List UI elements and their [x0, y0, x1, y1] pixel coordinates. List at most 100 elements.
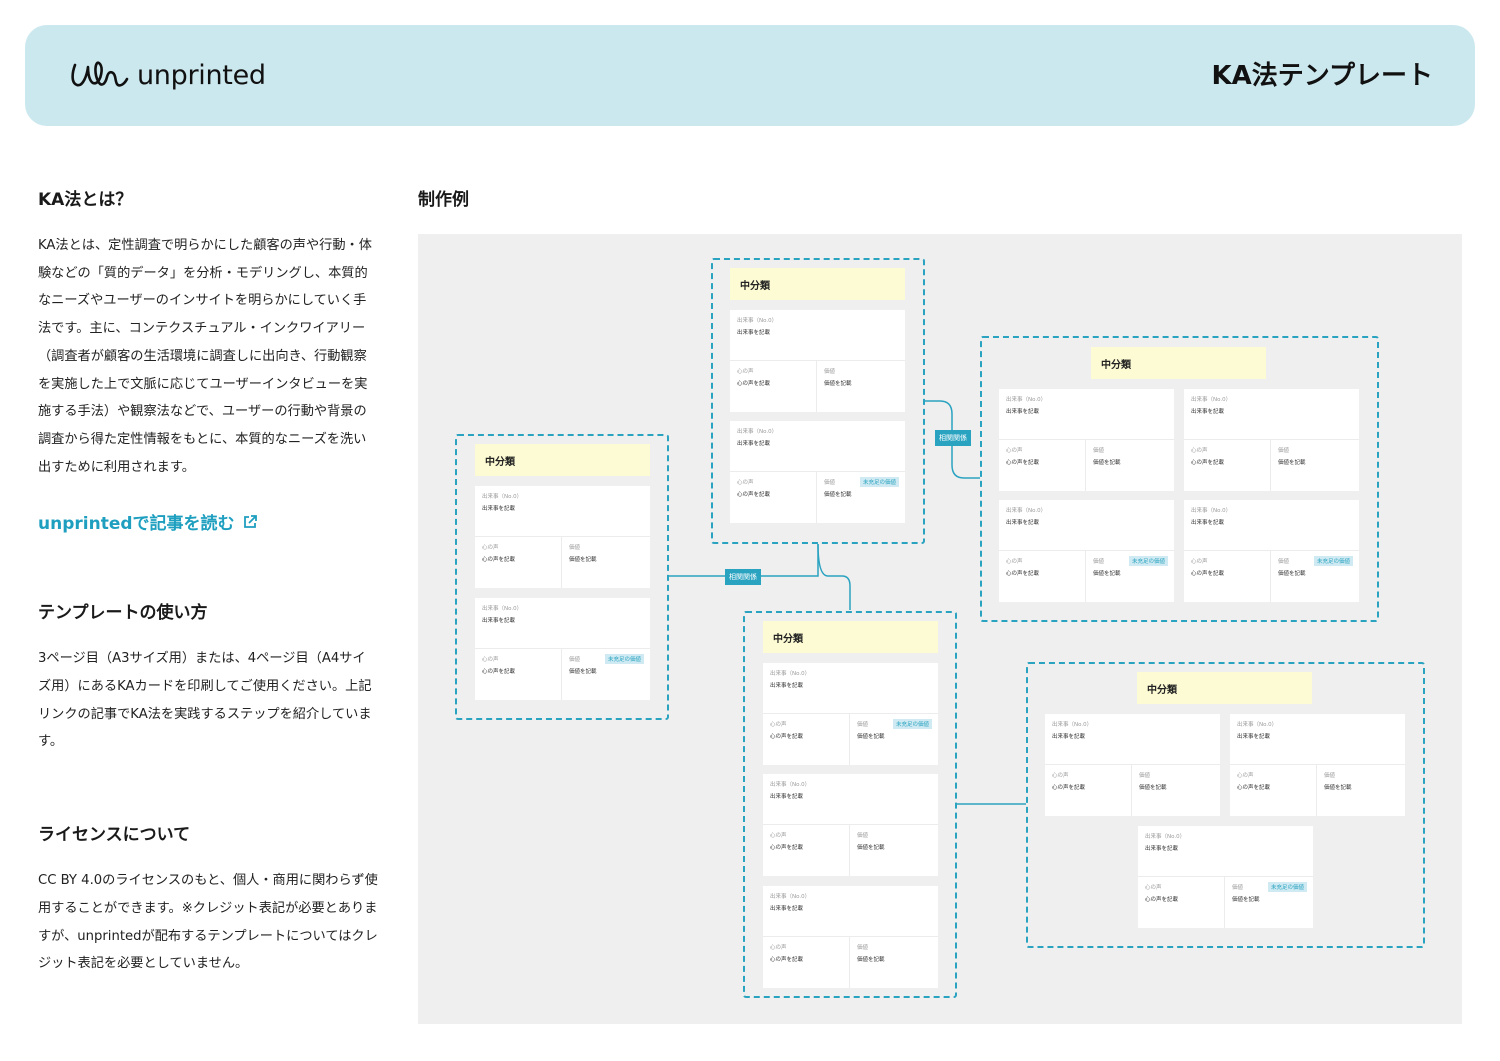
card-event-value: 出来事を記載 [1145, 846, 1179, 852]
card-voice-section: 心の声 心の声を記載 [763, 714, 850, 765]
card-value-value: 価値を記載 [857, 957, 885, 963]
card-value-value: 価値を記載 [824, 381, 852, 387]
card-value-label: 価値 [1093, 448, 1105, 454]
unprinted-logo-icon [71, 61, 129, 87]
card-value-label: 価値 [1139, 773, 1151, 779]
card-event-section: 出来事（No.0） 出来事を記載 [1045, 714, 1220, 765]
ka-card: 出来事（No.0） 出来事を記載 心の声 心の声を記載 価値 未充足の価値 価値を記載 [730, 421, 905, 523]
usage-heading: テンプレートの使い方 [38, 603, 208, 624]
category-label: 中分類 [763, 621, 938, 653]
card-event-label: 出来事（No.0） [1052, 722, 1093, 728]
card-value-value: 価値を記載 [569, 557, 597, 563]
card-value-section: 価値 未充足の価値 価値を記載 [850, 714, 938, 765]
card-voice-value: 心の声を記載 [1237, 785, 1271, 791]
category-label: 中分類 [1091, 347, 1266, 379]
card-event-value: 出来事を記載 [770, 794, 804, 800]
card-voice-label: 心の声 [737, 480, 754, 486]
card-event-section: 出来事（No.0） 出来事を記載 [999, 389, 1174, 440]
external-link-icon [243, 514, 257, 528]
card-voice-label: 心の声 [1145, 885, 1162, 891]
card-event-section: 出来事（No.0） 出来事を記載 [1184, 500, 1359, 551]
card-value-label: 価値 [1232, 885, 1244, 891]
card-event-value: 出来事を記載 [770, 906, 804, 912]
card-voice-label: 心の声 [1006, 559, 1023, 565]
unmet-value-badge: 未充足の価値 [1313, 556, 1353, 566]
card-voice-section: 心の声 心の声を記載 [1045, 765, 1132, 816]
card-voice-label: 心の声 [1237, 773, 1254, 779]
card-value-section: 価値 価値を記載 [1086, 440, 1174, 491]
card-voice-value: 心の声を記載 [737, 381, 771, 387]
card-voice-section: 心の声 心の声を記載 [475, 537, 562, 588]
ka-card: 出来事（No.0） 出来事を記載 心の声 心の声を記載 価値 価値を記載 [763, 886, 938, 988]
ka-card: 出来事（No.0） 出来事を記載 心の声 心の声を記載 価値 未充足の価値 価値を記載 [763, 663, 938, 765]
category-label: 中分類 [1137, 672, 1312, 704]
card-value-label: 価値 [857, 833, 869, 839]
card-value-value: 価値を記載 [1324, 785, 1352, 791]
card-event-value: 出来事を記載 [737, 330, 771, 336]
left-column: KA法とは？ KA法とは、定性調査で明らかにした顧客の声や行動・体験などの「質的… [38, 185, 378, 978]
card-value-label: 価値 [569, 657, 581, 663]
card-event-label: 出来事（No.0） [1237, 722, 1278, 728]
card-value-label: 価値 [1278, 559, 1290, 565]
header-bar: unprinted KA法テンプレート [25, 25, 1475, 126]
card-event-section: 出来事（No.0） 出来事を記載 [475, 486, 650, 537]
relation-tag: 相関関係 [935, 430, 971, 446]
card-value-section: 価値 未充足の価値 価値を記載 [1271, 551, 1359, 602]
read-article-link[interactable]: unprintedで記事を読む [38, 509, 378, 534]
card-voice-value: 心の声を記載 [770, 734, 804, 740]
ka-card: 出来事（No.0） 出来事を記載 心の声心の声を記載 価値価値を記載 [1230, 714, 1405, 816]
card-voice-section: 心の声 心の声を記載 [999, 440, 1086, 491]
card-voice-value: 心の声を記載 [482, 557, 516, 563]
ka-card: 出来事（No.0） 出来事を記載 心の声 心の声を記載 価値 価値を記載 [999, 389, 1174, 491]
card-value-label: 価値 [1324, 773, 1336, 779]
card-voice-value: 心の声を記載 [1052, 785, 1086, 791]
card-value-section: 価値 価値を記載 [850, 825, 938, 876]
card-event-section: 出来事（No.0） 出来事を記載 [1184, 389, 1359, 440]
card-event-label: 出来事（No.0） [482, 606, 523, 612]
card-value-label: 価値 [824, 480, 836, 486]
card-value-label: 価値 [857, 945, 869, 951]
card-event-label: 出来事（No.0） [1191, 397, 1232, 403]
card-value-label: 価値 [1278, 448, 1290, 454]
card-value-value: 価値を記載 [857, 845, 885, 851]
card-voice-label: 心の声 [770, 945, 787, 951]
ka-card: 出来事（No.0） 出来事を記載 心の声 心の声を記載 価値 未充足の価値 価値を記載 [1138, 826, 1313, 928]
card-event-section: 出来事（No.0） 出来事を記載 [1230, 714, 1405, 765]
card-event-section: 出来事（No.0） 出来事を記載 [730, 310, 905, 361]
example-canvas: 中分類 中分類 中分類 中分類 中分類 出来事（No.0） 出来事を記載 心の声 心の… [418, 234, 1462, 1024]
card-event-label: 出来事（No.0） [482, 494, 523, 500]
card-voice-section: 心の声 心の声を記載 [1184, 551, 1271, 602]
card-value-section: 価値 未充足の価値 価値を記載 [562, 649, 650, 700]
card-value-section: 価値 価値を記載 [850, 937, 938, 988]
brand-logo[interactable]: unprinted [69, 55, 266, 95]
unmet-value-badge: 未充足の価値 [1128, 556, 1168, 566]
card-voice-label: 心の声 [770, 722, 787, 728]
card-value-value: 価値を記載 [569, 669, 597, 675]
card-voice-value: 心の声を記載 [770, 845, 804, 851]
ka-card: 出来事（No.0） 出来事を記載 心の声 心の声を記載 価値 未充足の価値 価値を記載 [1184, 500, 1359, 602]
card-event-section: 出来事（No.0） 出来事を記載 [763, 886, 938, 937]
card-value-value: 価値を記載 [1232, 897, 1260, 903]
card-event-section: 出来事（No.0） 出来事を記載 [730, 421, 905, 472]
card-voice-value: 心の声を記載 [737, 492, 771, 498]
card-event-label: 出来事（No.0） [770, 894, 811, 900]
card-voice-label: 心の声 [482, 545, 499, 551]
card-voice-label: 心の声 [1191, 559, 1208, 565]
relation-tag: 相関関係 [725, 569, 761, 585]
card-voice-value: 心の声を記載 [482, 669, 516, 675]
card-value-value: 価値を記載 [1093, 571, 1121, 577]
card-event-value: 出来事を記載 [737, 441, 771, 447]
card-value-section: 価値 価値を記載 [817, 361, 905, 412]
card-voice-section: 心の声 心の声を記載 [730, 472, 817, 523]
card-event-value: 出来事を記載 [770, 683, 804, 689]
ka-card: 出来事（No.0） 出来事を記載 心の声 心の声を記載 価値 価値を記載 [475, 486, 650, 588]
card-value-value: 価値を記載 [824, 492, 852, 498]
card-value-value: 価値を記載 [1093, 460, 1121, 466]
card-event-value: 出来事を記載 [1237, 734, 1271, 740]
card-event-label: 出来事（No.0） [737, 429, 778, 435]
card-event-section: 出来事（No.0） 出来事を記載 [999, 500, 1174, 551]
card-voice-value: 心の声を記載 [1145, 897, 1179, 903]
ka-card: 出来事（No.0） 出来事を記載 心の声 心の声を記載 価値 価値を記載 [1184, 389, 1359, 491]
card-value-value: 価値を記載 [1139, 785, 1167, 791]
license-text: CC BY 4.0のライセンスのもと、個人・商用に関わらず使用することができます… [38, 873, 378, 972]
